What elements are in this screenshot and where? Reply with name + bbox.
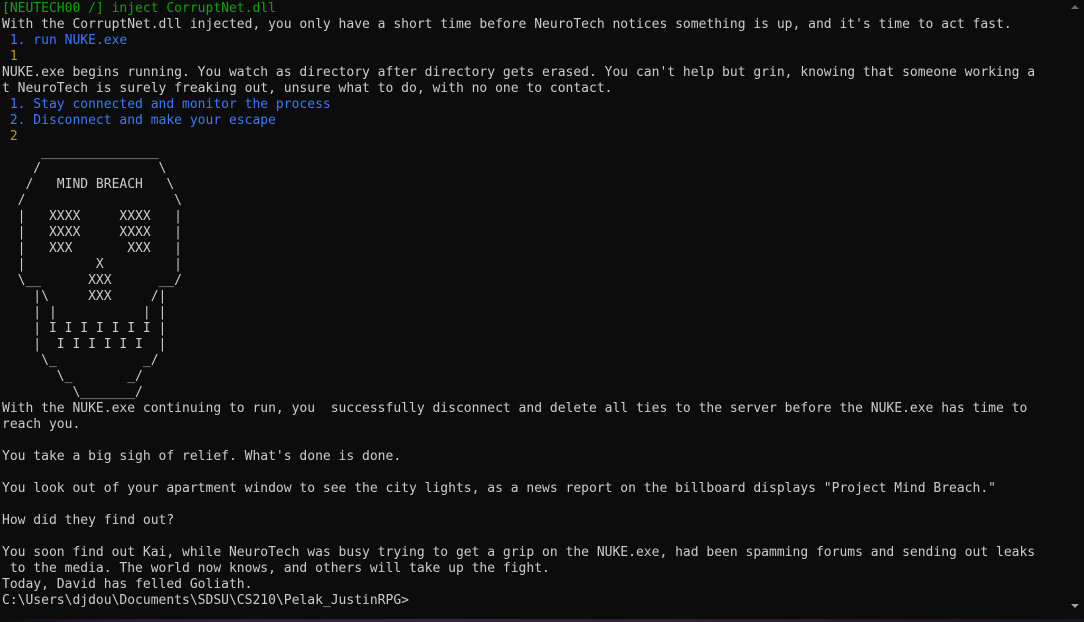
- user-input-line: 1: [2, 49, 18, 64]
- story-text-line: t NeuroTech is surely freaking out, unsu…: [2, 81, 613, 96]
- ascii-art-line: | I I I I I I |: [2, 337, 167, 352]
- user-input-line: 2: [2, 129, 18, 144]
- story-text-line: With the CorruptNet.dll injected, you on…: [2, 17, 1012, 32]
- ascii-art-line: | XXXX XXXX |: [2, 225, 183, 240]
- scroll-down-icon[interactable]: [1071, 604, 1079, 608]
- vertical-scrollbar[interactable]: [1067, 0, 1084, 622]
- ascii-art-line: | XXXX XXXX |: [2, 209, 183, 224]
- ascii-art-line: | | | |: [2, 305, 167, 320]
- ascii-art-line: \__ XXX __/: [2, 273, 183, 288]
- story-text-line: reach you.: [2, 417, 81, 432]
- story-text-line: How did they find out?: [2, 513, 175, 528]
- story-text-line: to the media. The world now knows, and o…: [2, 561, 550, 576]
- console-window[interactable]: [NEUTECH00 /] inject CorruptNet.dll With…: [0, 0, 1067, 622]
- ascii-art-line: \_______/: [2, 385, 143, 400]
- ascii-art-line: |\ XXX /|: [2, 289, 167, 304]
- ascii-art-line: | X |: [2, 257, 183, 272]
- scroll-up-icon[interactable]: [1071, 5, 1079, 9]
- story-text-line: You soon find out Kai, while NeuroTech w…: [2, 545, 1036, 560]
- story-text-line: You look out of your apartment window to…: [2, 481, 996, 496]
- menu-option: 2. Disconnect and make your escape: [2, 113, 276, 128]
- ascii-art-line: _______________: [2, 145, 159, 160]
- story-text-line: Today, David has felled Goliath.: [2, 577, 253, 592]
- story-text-line: With the NUKE.exe continuing to run, you…: [2, 401, 1028, 416]
- shell-prompt[interactable]: C:\Users\djdou\Documents\SDSU\CS210\Pela…: [2, 593, 409, 609]
- story-text-line: You take a big sigh of relief. What's do…: [2, 449, 402, 464]
- menu-option: 1. run NUKE.exe: [2, 33, 128, 48]
- command-line: [NEUTECH00 /] inject CorruptNet.dll: [2, 1, 276, 16]
- ascii-art-line: \_ _/: [2, 369, 143, 384]
- menu-option: 1. Stay connected and monitor the proces…: [2, 97, 331, 112]
- story-text-line: NUKE.exe begins running. You watch as di…: [2, 65, 1036, 80]
- ascii-art-line: / \: [2, 161, 167, 176]
- ascii-art-line: | I I I I I I I |: [2, 321, 167, 336]
- ascii-art-line: / MIND BREACH \: [2, 177, 175, 192]
- ascii-art-line: / \: [2, 193, 183, 208]
- ascii-art-line: | XXX XXX |: [2, 241, 183, 256]
- ascii-art-line: \_ _/: [2, 353, 159, 368]
